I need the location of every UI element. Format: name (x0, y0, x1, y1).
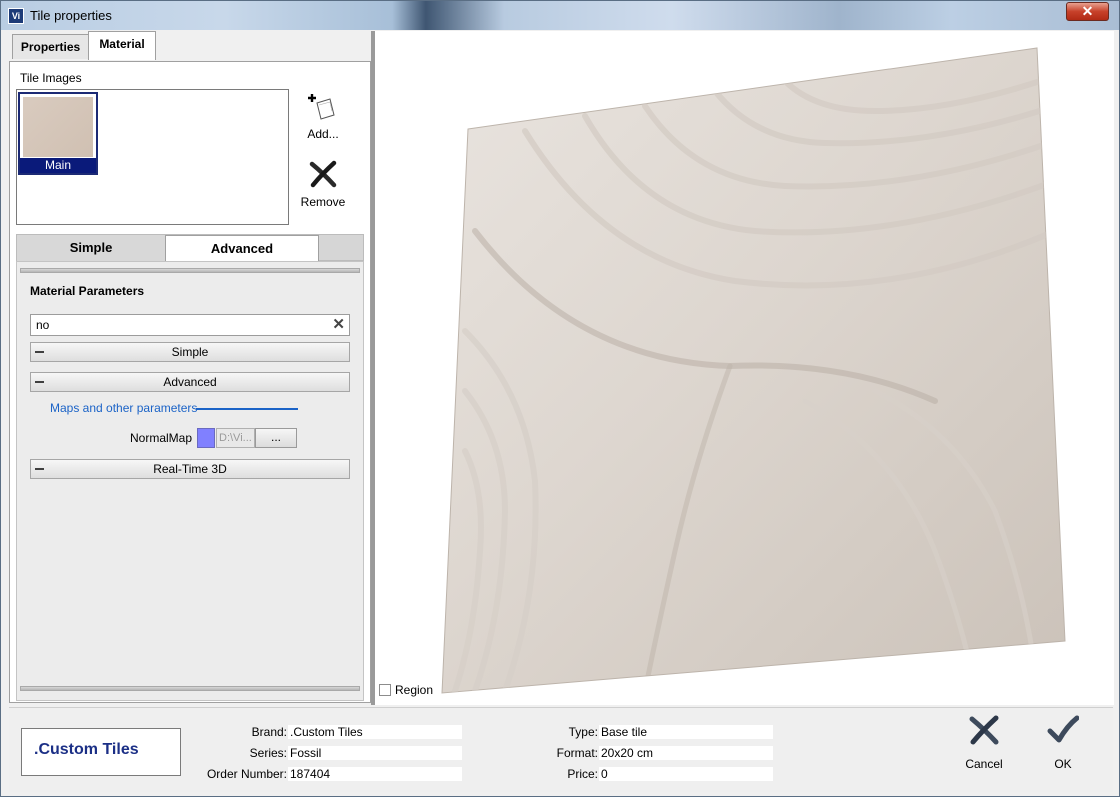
panel-bottom-separator (20, 686, 360, 691)
region-label: Region (395, 683, 434, 697)
material-parameters-panel: Material Parameters no ✕ Simple Advanced… (16, 261, 364, 701)
add-image-button[interactable]: Add... (295, 91, 351, 141)
group-realtime-label: Real-Time 3D (153, 462, 227, 476)
collapse-minus-icon (35, 381, 44, 383)
normal-map-browse-button[interactable]: ... (255, 428, 297, 448)
collapse-minus-icon (35, 351, 44, 353)
format-value: 20x20 cm (599, 746, 773, 760)
remove-icon (308, 159, 338, 189)
tab-properties[interactable]: Properties (12, 34, 89, 59)
type-value: Base tile (599, 725, 773, 739)
group-advanced-header[interactable]: Advanced (30, 372, 350, 392)
group-realtime-header[interactable]: Real-Time 3D (30, 459, 350, 479)
group-simple-header[interactable]: Simple (30, 342, 350, 362)
window-title: Tile properties (30, 8, 112, 23)
app-icon: Vi (8, 8, 24, 24)
tile-properties-window: Vi Tile properties ✕ Properties Material… (0, 0, 1120, 797)
search-value: no (36, 318, 50, 332)
format-label: Format: (556, 746, 598, 760)
mode-tabs: Simple Advanced (16, 234, 364, 262)
tile-image-caption: Main (20, 158, 96, 173)
group-simple-label: Simple (171, 345, 209, 359)
add-image-icon (308, 91, 338, 121)
parameter-search-input[interactable]: no ✕ (30, 314, 350, 336)
material-parameters-title: Material Parameters (30, 284, 145, 298)
price-label: Price: (567, 767, 598, 781)
tile-image-thumbnail[interactable]: Main (18, 92, 98, 175)
group-advanced-label: Advanced (163, 375, 217, 389)
title-bar: Vi Tile properties ✕ (1, 1, 1119, 30)
series-label: Series: (249, 746, 287, 760)
cancel-button[interactable]: Cancel (957, 714, 1011, 771)
region-checkbox-box[interactable] (379, 684, 391, 696)
price-value: 0 (599, 767, 773, 781)
tile-images-list[interactable]: Main (16, 89, 289, 225)
ok-button[interactable]: OK (1036, 714, 1090, 771)
panel-top-separator (20, 268, 360, 273)
region-checkbox[interactable]: Region (379, 683, 433, 697)
cancel-label: Cancel (965, 757, 1003, 771)
checkmark-icon (1047, 715, 1080, 743)
tile-preview-viewport[interactable]: Region (375, 31, 1114, 705)
ok-label: OK (1054, 757, 1072, 771)
brand-label: Brand: (251, 725, 287, 739)
normal-map-label: NormalMap (130, 431, 193, 445)
tile-preview-render (441, 47, 1066, 694)
remove-image-label: Remove (300, 195, 346, 209)
order-number-value: 187404 (288, 767, 462, 781)
tab-material[interactable]: Material (88, 31, 156, 60)
type-label: Type: (568, 725, 598, 739)
brand-logo: .Custom Tiles (21, 728, 181, 776)
tab-advanced[interactable]: Advanced (165, 235, 319, 262)
collapse-minus-icon (35, 468, 44, 470)
maps-section-label: Maps and other parameters (50, 401, 198, 415)
normal-map-path-field[interactable]: D:\Vi... (216, 428, 255, 448)
left-panel: Properties Material Tile Images Main Add… (9, 31, 371, 703)
normal-map-color-swatch[interactable] (197, 428, 215, 448)
maps-section-line (196, 408, 298, 410)
tile-images-label: Tile Images (20, 71, 82, 85)
brand-value: .Custom Tiles (288, 725, 462, 739)
cancel-icon (969, 715, 999, 745)
tile-image-preview (23, 97, 93, 157)
clear-search-icon[interactable]: ✕ (332, 315, 345, 335)
brand-logo-text: .Custom Tiles (34, 741, 139, 758)
series-value: Fossil (288, 746, 462, 760)
order-number-label: Order Number: (206, 767, 287, 781)
close-button[interactable]: ✕ (1066, 2, 1109, 21)
tab-simple[interactable]: Simple (17, 235, 165, 262)
remove-image-button[interactable]: Remove (295, 159, 351, 209)
tile-info-bar: .Custom Tiles Brand: .Custom Tiles Serie… (9, 707, 1113, 792)
add-image-label: Add... (307, 127, 339, 141)
